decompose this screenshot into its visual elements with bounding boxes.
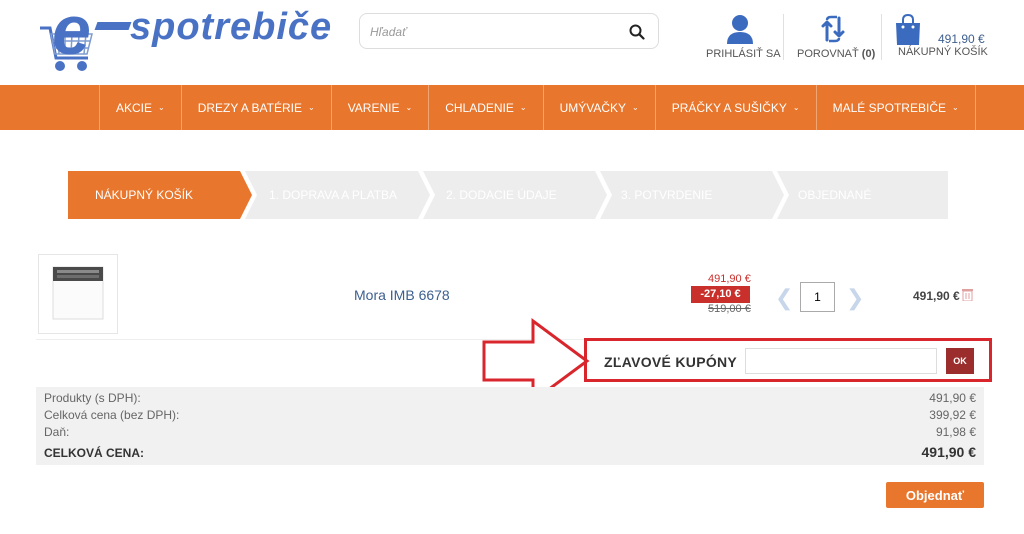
summary-value: 91,98 € (935, 425, 976, 439)
compare-arrows-icon (821, 15, 845, 43)
order-button[interactable]: Objednať (886, 482, 984, 508)
summary-label: Produkty (s DPH): (44, 391, 141, 405)
header-divider (783, 14, 784, 60)
nav-item-akcie[interactable]: AKCIE ⌄ (99, 85, 181, 130)
dishwasher-image (52, 266, 104, 320)
nav-item-label: MALÉ SPOTREBIČE (832, 100, 946, 115)
chevron-down-icon: ⌄ (792, 103, 800, 112)
compare-link[interactable]: POROVNAŤ (0) (797, 14, 875, 60)
site-logo[interactable]: e spotrebiče (36, 0, 336, 76)
nav-item-label: PRÁČKY A SUŠIČKY (671, 100, 787, 115)
cart-label: NÁKUPNÝ KOŠÍK (898, 46, 988, 58)
step-ordered: OBJEDNANÉ (798, 188, 872, 202)
compare-label: POROVNAŤ (797, 48, 859, 60)
checkout-steps: NÁKUPNÝ KOŠÍK 1. DOPRAVA A PLATBA 2. DOD… (68, 171, 948, 219)
total-value: 491,90 € (921, 444, 977, 460)
summary-value: 491,90 € (929, 391, 976, 405)
coupon-ok-button[interactable]: OK (946, 348, 974, 374)
compare-count: (0) (861, 48, 876, 60)
nav-item-label: DREZY A BATÉRIE (197, 100, 302, 115)
logo-letter: e (52, 0, 91, 69)
price-original: 519,00 € (708, 303, 751, 315)
decrease-quantity-button[interactable]: ❮ (775, 285, 793, 311)
search-input[interactable] (370, 22, 620, 42)
cart-amount: 491,90 € (938, 32, 985, 46)
total-label: CELKOVÁ CENA: (44, 446, 145, 460)
login-link[interactable]: PRIHLÁSIŤ SA (706, 14, 781, 60)
chevron-down-icon: ⌄ (158, 103, 165, 112)
nav-item-varenie[interactable]: VARENIE ⌄ (330, 85, 429, 130)
logo-text: spotrebiče (130, 6, 333, 48)
nav-item-pracky[interactable]: PRÁČKY A SUŠIČKY ⌄ (654, 85, 816, 130)
quantity-input[interactable] (800, 282, 835, 312)
nav-item-label: VARENIE (347, 100, 400, 115)
main-nav: AKCIE ⌄ DREZY A BATÉRIE ⌄ VARENIE ⌄ CHLADEN… (0, 85, 1024, 130)
coupon-input[interactable] (745, 348, 937, 374)
summary-row: Daň: 91,98 € (44, 425, 976, 439)
row-total-price: 491,90 € (913, 289, 960, 303)
chevron-down-icon: ⌄ (632, 103, 639, 112)
step-confirmation: 3. POTVRDENIE (621, 188, 713, 202)
chevron-down-icon: ⌄ (519, 103, 527, 112)
trash-icon[interactable] (961, 287, 974, 301)
chevron-down-icon: ⌄ (307, 103, 315, 112)
nav-item-drezy[interactable]: DREZY A BATÉRIE ⌄ (180, 85, 331, 130)
summary-value: 399,92 € (929, 408, 976, 422)
summary-row: Celková cena (bez DPH): 399,92 € (44, 408, 976, 422)
nav-item-label: CHLADENIE (445, 100, 514, 115)
search-icon[interactable] (629, 24, 645, 40)
summary-label: Daň: (44, 425, 70, 439)
chevron-down-icon: ⌄ (405, 103, 413, 112)
step-cart: NÁKUPNÝ KOŠÍK (95, 188, 194, 202)
search-box (359, 13, 659, 49)
chevron-down-icon: ⌄ (952, 103, 959, 112)
step-shipping: 1. DOPRAVA A PLATBA (269, 188, 398, 202)
coupon-label: ZĽAVOVÉ KUPÓNY (604, 354, 738, 370)
product-name-link[interactable]: Mora IMB 6678 (354, 287, 450, 303)
nav-item-label: AKCIE (116, 100, 153, 115)
login-label: PRIHLÁSIŤ SA (706, 48, 781, 60)
order-summary: Produkty (s DPH): 491,90 € Celková cena … (36, 387, 984, 465)
nav-item-chladenie[interactable]: CHLADENIE ⌄ (428, 85, 542, 130)
nav-item-male-spotrebice[interactable]: MALÉ SPOTREBIČE ⌄ (815, 85, 976, 130)
summary-total-row: CELKOVÁ CENA: 491,90 € (44, 444, 977, 460)
user-icon (727, 15, 753, 44)
nav-item-label: UMÝVAČKY (559, 100, 627, 115)
logo-dash (94, 22, 132, 30)
increase-quantity-button[interactable]: ❯ (846, 285, 864, 311)
summary-label: Celková cena (bez DPH): (44, 408, 180, 422)
header-divider (881, 14, 882, 60)
summary-row: Produkty (s DPH): 491,90 € (44, 391, 976, 405)
nav-item-umyvacky[interactable]: UMÝVAČKY ⌄ (542, 85, 655, 130)
discount-badge: -27,10 € (691, 286, 750, 303)
step-delivery-details: 2. DODACIE ÚDAJE (446, 188, 557, 202)
shopping-bag-icon (896, 14, 920, 45)
price-current: 491,90 € (708, 273, 751, 285)
product-thumbnail[interactable] (38, 254, 118, 334)
